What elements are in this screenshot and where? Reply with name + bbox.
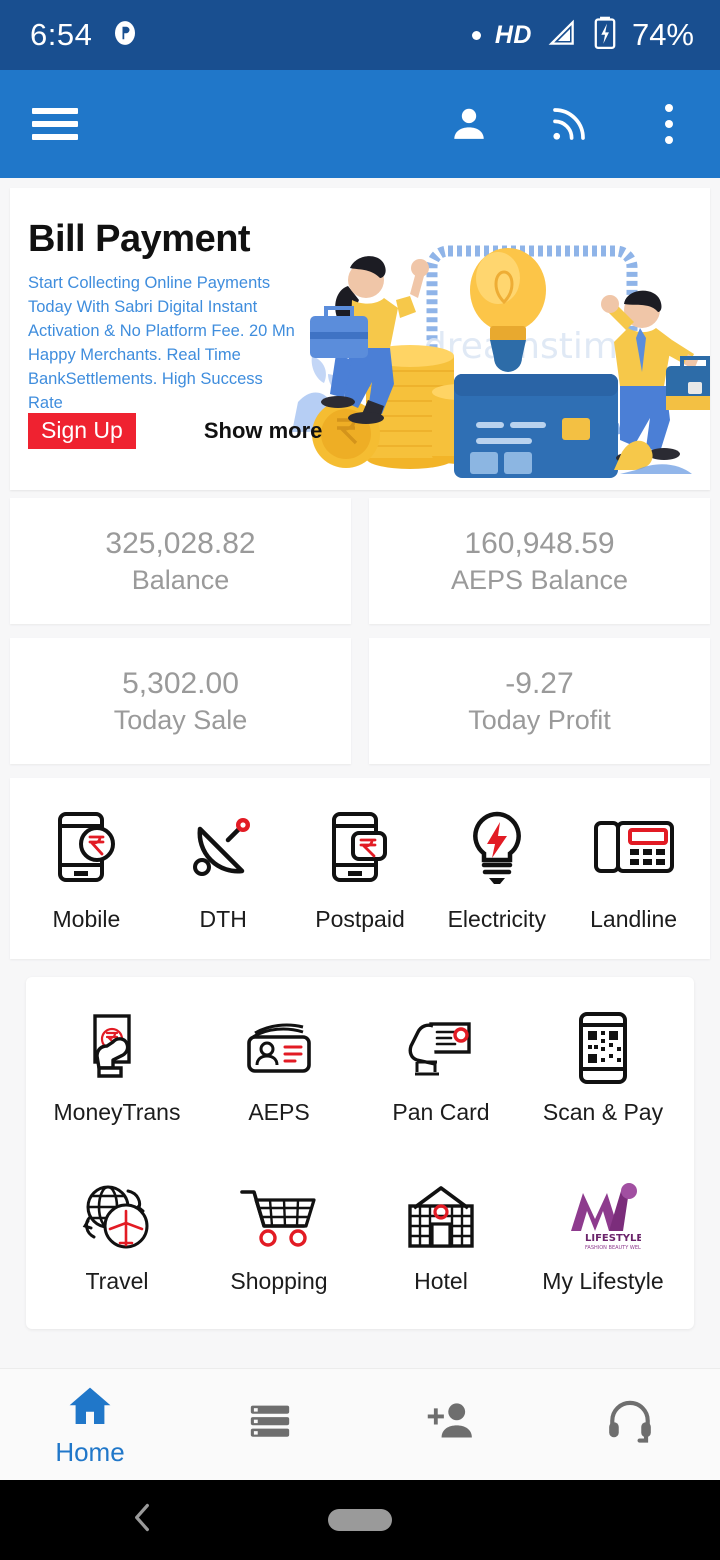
service-label: Pan Card [392,1099,490,1125]
list-reports-icon [245,1398,295,1449]
nav-item-label: Home [55,1436,125,1467]
bill-payment-illustration: dreamstime [292,206,710,478]
stat-card-aeps-balance[interactable]: 160,948.59 AEPS Balance [369,498,710,624]
id-card-icon [239,1009,319,1087]
quick-service-mobile[interactable]: Mobile [18,808,155,933]
stat-value: 160,948.59 [464,526,615,560]
quick-service-postpaid[interactable]: Postpaid [292,808,429,933]
stat-value: -9.27 [505,666,574,700]
service-label: MoneyTrans [53,1099,181,1125]
quick-service-dth[interactable]: DTH [155,808,292,933]
status-bar-clock: 6:54 [30,17,93,52]
globe-airplane-icon [77,1178,157,1256]
quick-service-label: Postpaid [315,906,405,932]
service-aeps[interactable]: AEPS [198,1009,360,1126]
service-money-transfer[interactable]: MoneyTrans [36,1009,198,1126]
stat-card-balance[interactable]: 325,028.82 Balance [10,498,351,624]
stat-card-today-sale[interactable]: 5,302.00 Today Sale [10,638,351,764]
pan-card-icon [401,1009,481,1087]
hamburger-menu-icon[interactable] [32,108,78,140]
service-travel[interactable]: Travel [36,1178,198,1295]
svg-text:FASHION BEAUTY WELLNESS: FASHION BEAUTY WELLNESS [585,1245,641,1251]
stat-label: Today Profit [468,704,611,735]
postpaid-phone-icon [317,808,403,888]
sign-up-button[interactable]: Sign Up [28,413,136,450]
light-bulb-icon [454,808,540,888]
android-navigation-bar [0,1480,720,1560]
signal-icon [546,17,578,54]
service-shopping[interactable]: Shopping [198,1178,360,1295]
stat-value: 325,028.82 [105,526,256,560]
service-hotel[interactable]: Hotel [360,1178,522,1295]
hand-cash-icon [77,1009,157,1087]
services-card: MoneyTrans AEPS Pan Card Scan & Pay Trav… [26,977,694,1329]
my-lifestyle-logo-icon: LIFESTYLE FASHION BEAUTY WELLNESS [563,1178,643,1256]
banner-cta-row: Sign Up Show more [28,413,323,450]
status-bar-left: 6:54 [30,17,140,53]
stat-value: 5,302.00 [122,666,239,700]
quick-service-label: DTH [199,906,247,932]
service-pan-card[interactable]: Pan Card [360,1009,522,1126]
quick-service-label: Mobile [52,906,121,932]
app-bar [0,70,720,178]
hd-icon: HD [494,20,532,49]
app-screen: 6:54 HD 74% dreamstime Bill Payment Star… [0,0,720,1560]
svg-text:dreamstime: dreamstime [424,326,640,367]
status-bar: 6:54 HD 74% [0,0,720,70]
profile-icon[interactable] [446,101,492,147]
battery-charging-icon [592,16,618,55]
status-bar-right: HD 74% [471,16,694,55]
nav-item-support[interactable] [540,1396,720,1453]
satellite-dish-icon [180,808,266,888]
headset-support-icon [605,1396,655,1451]
banner-title: Bill Payment [28,218,251,260]
service-label: Shopping [230,1268,328,1294]
app-notification-icon [110,18,140,53]
bottom-navigation: Home [0,1368,720,1480]
show-more-link[interactable]: Show more [204,418,323,444]
mobile-recharge-icon [43,808,129,888]
quick-service-label: Landline [590,906,678,932]
rss-feed-icon[interactable] [546,101,592,147]
home-icon [64,1382,116,1435]
hotel-building-icon [401,1178,481,1256]
banner-subtitle: Start Collecting Online Payments Today W… [28,274,295,412]
service-label: Scan & Pay [542,1099,664,1125]
shopping-cart-icon [239,1178,319,1256]
nav-item-home[interactable]: Home [0,1382,180,1468]
quick-service-label: Electricity [447,906,546,932]
quick-service-electricity[interactable]: Electricity [428,808,565,933]
qr-scan-icon [563,1009,643,1087]
stat-card-today-profit[interactable]: -9.27 Today Profit [369,638,710,764]
service-label: My Lifestyle [542,1268,664,1294]
overflow-menu-icon[interactable] [646,101,692,147]
svg-text:LIFESTYLE: LIFESTYLE [585,1233,641,1244]
service-label: Travel [85,1268,149,1294]
landline-phone-icon [591,808,677,888]
service-label: AEPS [248,1099,310,1125]
service-label: Hotel [414,1268,468,1294]
quick-service-landline[interactable]: Landline [565,808,702,933]
stat-label: Balance [131,564,230,595]
service-my-lifestyle[interactable]: LIFESTYLE FASHION BEAUTY WELLNESS My Lif… [522,1178,684,1295]
dot-icon [471,30,481,40]
app-bar-actions [446,101,692,147]
services-row-1: MoneyTrans AEPS Pan Card Scan & Pay [36,1009,684,1126]
services-row-2: Travel Shopping Hotel LIFESTYLE FASHION … [36,1178,684,1295]
home-pill-icon[interactable] [328,1509,392,1531]
battery-percent-label: 74% [631,17,694,52]
quick-services-row: Mobile DTH Postpaid Electricity Landline [10,778,710,959]
banner-text-block: Bill Payment Start Collecting Online Pay… [28,220,300,416]
add-person-icon [424,1398,476,1449]
back-chevron-icon[interactable] [126,1498,158,1543]
nav-item-reports[interactable] [180,1398,360,1451]
service-scan-and-pay[interactable]: Scan & Pay [522,1009,684,1126]
stat-label: Today Sale [113,704,248,735]
stat-label: AEPS Balance [450,564,629,595]
nav-item-add-user[interactable] [360,1398,540,1451]
stats-grid: 325,028.82 Balance 160,948.59 AEPS Balan… [0,490,720,764]
main-content: dreamstime Bill Payment Start Collecting… [0,178,720,1368]
promo-banner[interactable]: dreamstime Bill Payment Start Collecting… [10,188,710,490]
